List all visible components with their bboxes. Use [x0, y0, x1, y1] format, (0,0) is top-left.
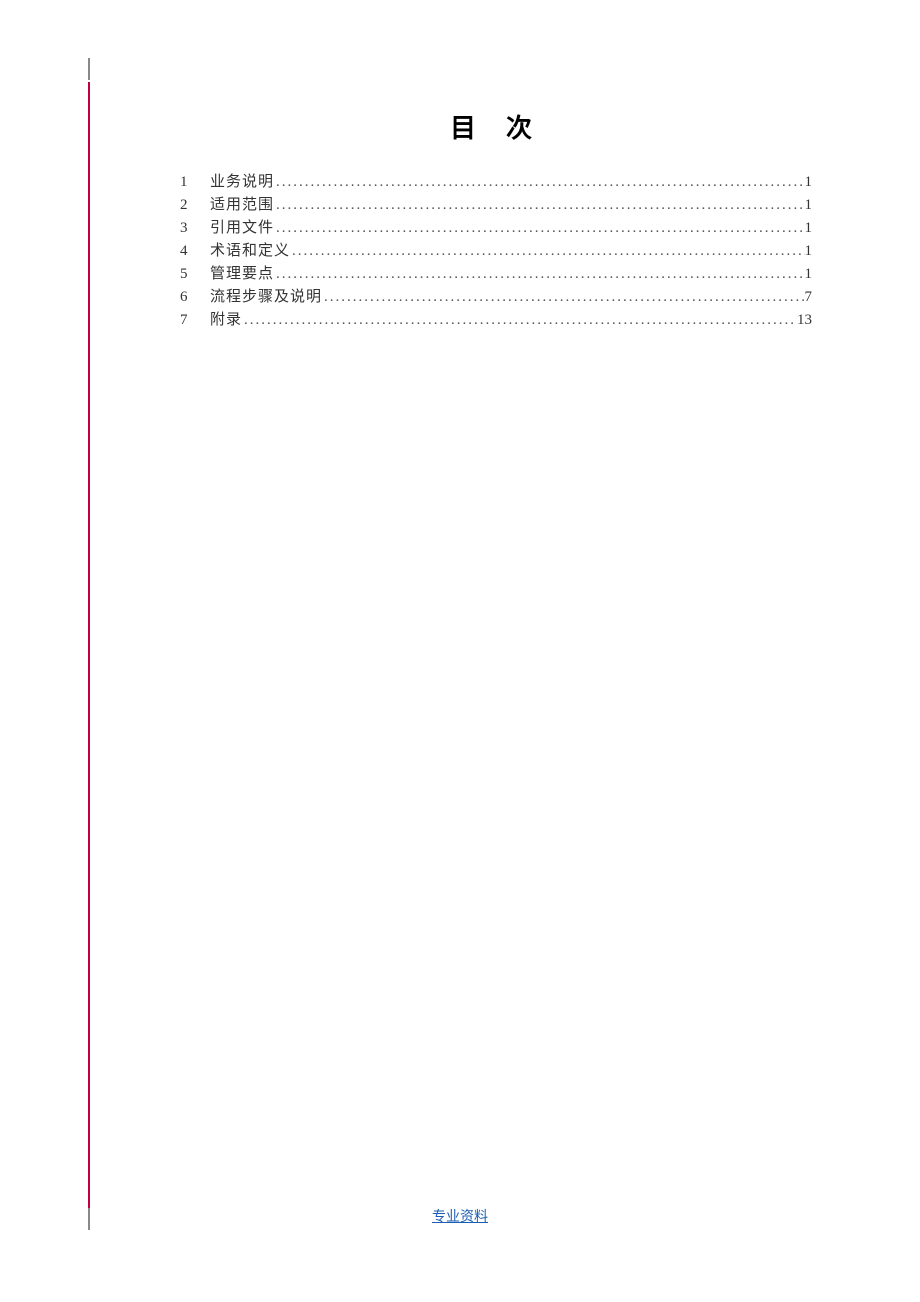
toc-label: 术语和定义	[210, 240, 290, 263]
toc-entry[interactable]: 1 业务说明 .................................…	[180, 171, 812, 194]
toc-number: 2	[180, 194, 210, 217]
toc-number: 7	[180, 309, 210, 332]
toc-label: 业务说明	[210, 171, 274, 194]
toc-leader-dots: ........................................…	[274, 194, 804, 217]
toc-page-number: 1	[805, 240, 813, 263]
toc-number: 4	[180, 240, 210, 263]
toc-label: 引用文件	[210, 217, 274, 240]
text-cursor-bottom	[88, 1208, 90, 1230]
toc-label: 流程步骤及说明	[210, 286, 322, 309]
toc-label: 适用范围	[210, 194, 274, 217]
toc-entry[interactable]: 2 适用范围 .................................…	[180, 194, 812, 217]
page-border: 目次 1 业务说明 ..............................…	[88, 82, 832, 1220]
content-area: 目次 1 业务说明 ..............................…	[90, 108, 832, 332]
toc-number: 3	[180, 217, 210, 240]
toc-page-number: 1	[805, 263, 813, 286]
toc-entry[interactable]: 7 附录 ...................................…	[180, 309, 812, 332]
footer-link[interactable]: 专业资料	[432, 1206, 488, 1226]
toc-page-number: 1	[805, 217, 813, 240]
toc-number: 5	[180, 263, 210, 286]
toc-label: 管理要点	[210, 263, 274, 286]
toc-entry[interactable]: 4 术语和定义 ................................…	[180, 240, 812, 263]
toc-title: 目次	[180, 108, 832, 145]
toc-list: 1 业务说明 .................................…	[180, 171, 832, 332]
toc-page-number: 1	[805, 194, 813, 217]
toc-page-number: 13	[797, 309, 812, 332]
toc-entry[interactable]: 5 管理要点 .................................…	[180, 263, 812, 286]
toc-entry[interactable]: 6 流程步骤及说明 ..............................…	[180, 286, 812, 309]
toc-number: 1	[180, 171, 210, 194]
toc-leader-dots: ........................................…	[290, 240, 804, 263]
text-cursor-top	[88, 58, 90, 80]
toc-entry[interactable]: 3 引用文件 .................................…	[180, 217, 812, 240]
toc-page-number: 1	[805, 171, 813, 194]
toc-leader-dots: ........................................…	[322, 286, 804, 309]
toc-leader-dots: ........................................…	[274, 263, 804, 286]
toc-page-number: 7	[805, 286, 813, 309]
toc-label: 附录	[210, 309, 242, 332]
toc-leader-dots: ........................................…	[274, 217, 804, 240]
toc-number: 6	[180, 286, 210, 309]
toc-leader-dots: ........................................…	[274, 171, 804, 194]
toc-leader-dots: ........................................…	[242, 309, 797, 332]
